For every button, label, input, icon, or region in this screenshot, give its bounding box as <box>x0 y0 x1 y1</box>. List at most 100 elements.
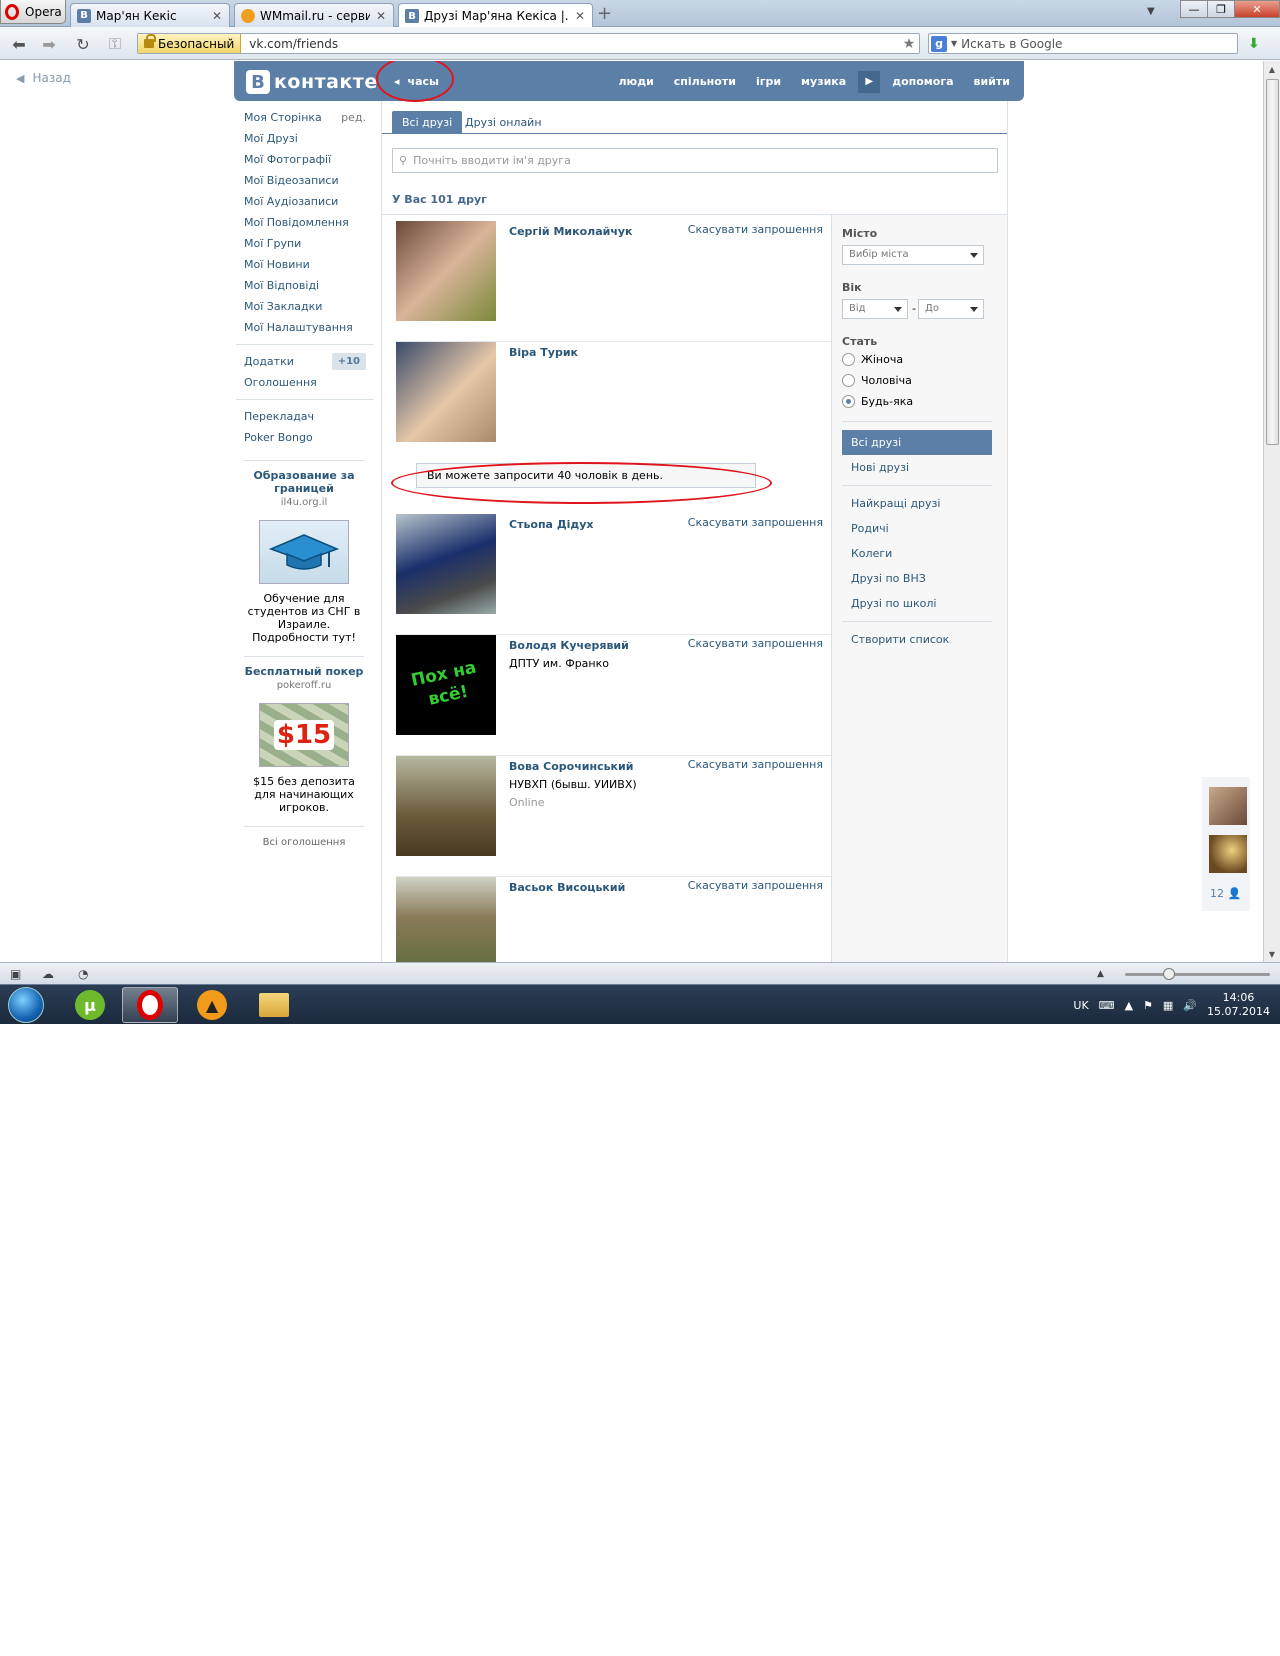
maximize-icon[interactable]: ❐ <box>1207 0 1235 18</box>
edit-link[interactable]: ред. <box>341 107 366 128</box>
url-text[interactable]: vk.com/friends <box>241 37 899 51</box>
ad-title[interactable]: Образование за границей <box>244 469 364 495</box>
close-tab-icon[interactable]: ✕ <box>574 9 586 23</box>
cancel-request-link[interactable]: Скасувати запрошення <box>688 758 823 771</box>
menu-item-videos[interactable]: Мої Відеозаписи <box>236 170 374 191</box>
dock-online-count[interactable]: 12 👤 <box>1210 887 1241 900</box>
browser-tab[interactable]: B Мар'ян Кекіс ✕ <box>70 3 230 27</box>
opera-menu-button[interactable]: Opera <box>0 0 66 24</box>
friend-avatar[interactable] <box>396 756 496 856</box>
menu-item-news[interactable]: Мої Новини <box>236 254 374 275</box>
explorer-taskbar-button[interactable] <box>246 987 302 1023</box>
volume-icon[interactable]: 🔊 <box>1183 999 1197 1012</box>
ad-title[interactable]: Бесплатный покер <box>244 665 364 678</box>
list-new-friends[interactable]: Нові друзі <box>842 455 992 480</box>
zoom-slider[interactable] <box>1125 968 1270 980</box>
speed-dial-icon[interactable]: ◔ <box>78 967 88 981</box>
flag-icon[interactable]: ⚑ <box>1143 999 1153 1012</box>
top-menu-people[interactable]: люди <box>618 75 653 88</box>
ad-block[interactable]: Образование за границей il4u.org.il Обуч… <box>244 469 364 657</box>
menu-item-audios[interactable]: Мої Аудіозаписи <box>236 191 374 212</box>
all-ads-link[interactable]: Всі оголошення <box>244 837 364 848</box>
menu-item-messages[interactable]: Мої Повідомлення <box>236 212 374 233</box>
list-relatives[interactable]: Родичі <box>842 516 992 541</box>
engine-chevron-icon[interactable]: ▼ <box>951 39 957 48</box>
ad-block[interactable]: Бесплатный покер pokeroff.ru $15 $15 без… <box>244 665 364 848</box>
friend-avatar[interactable]: Пох на всё! <box>396 635 496 735</box>
top-menu-help[interactable]: допомога <box>892 75 953 88</box>
opera-taskbar-button[interactable] <box>122 987 178 1023</box>
graduation-cap-icon[interactable] <box>259 520 349 584</box>
menu-item-my-page[interactable]: Моя Сторінка ред. <box>236 107 374 128</box>
search-field[interactable]: g ▼ Искать в Google <box>928 33 1238 54</box>
friend-avatar[interactable] <box>396 342 496 442</box>
friend-search-input[interactable]: ⚲ Почніть вводити ім'я друга <box>392 148 998 173</box>
language-indicator[interactable]: UK <box>1073 999 1088 1012</box>
list-best-friends[interactable]: Найкращі друзі <box>842 491 992 516</box>
friend-name[interactable]: Сергій Миколайчук <box>509 225 633 238</box>
play-icon[interactable]: ▶ <box>858 70 881 93</box>
age-from-select[interactable]: Від <box>842 299 908 319</box>
page-scrollbar[interactable]: ▲ ▼ <box>1263 61 1280 962</box>
close-tab-icon[interactable]: ✕ <box>211 9 223 23</box>
friend-avatar[interactable] <box>396 221 496 321</box>
create-list-link[interactable]: Створити список <box>842 627 992 652</box>
zoom-slider-knob[interactable] <box>1163 968 1175 980</box>
list-school[interactable]: Друзі по школі <box>842 591 992 616</box>
browser-tab-active[interactable]: B Друзі Мар'яна Кекіса |... ✕ <box>398 3 593 28</box>
network-icon[interactable]: ▦ <box>1163 999 1173 1012</box>
menu-item-apps[interactable]: Додатки +10 <box>236 351 374 372</box>
forward-arrow-icon[interactable]: ➡ <box>38 34 60 54</box>
back-arrow-icon[interactable]: ⬅ <box>8 34 30 54</box>
key-icon[interactable]: ⚿ <box>104 34 126 54</box>
new-tab-icon[interactable]: + <box>597 5 612 23</box>
sex-female-radio[interactable]: Жіноча <box>842 353 903 366</box>
menu-item-bookmarks[interactable]: Мої Закладки <box>236 296 374 317</box>
top-menu-music[interactable]: музика <box>801 75 846 88</box>
vk-logo[interactable]: B контакте <box>246 70 378 94</box>
address-field[interactable]: Безопасный vk.com/friends ★ <box>137 33 920 54</box>
dock-avatar[interactable] <box>1209 787 1247 825</box>
menu-item-settings[interactable]: Мої Налаштування <box>236 317 374 338</box>
tab-friends-online[interactable]: Друзі онлайн <box>455 111 552 134</box>
reload-icon[interactable]: ↻ <box>72 34 94 54</box>
friend-avatar[interactable] <box>396 877 496 962</box>
cancel-request-link[interactable]: Скасувати запрошення <box>688 516 823 529</box>
download-icon[interactable]: ⬇ <box>1248 36 1266 52</box>
friend-name[interactable]: Стьопа Дідух <box>509 518 594 531</box>
list-university[interactable]: Друзі по ВНЗ <box>842 566 992 591</box>
back-link[interactable]: ◀ Назад <box>16 71 71 85</box>
windows-start-icon[interactable] <box>8 987 44 1023</box>
google-icon[interactable]: g <box>931 35 947 52</box>
menu-item-friends[interactable]: Мої Друзі <box>236 128 374 149</box>
list-all-friends[interactable]: Всі друзі <box>842 430 992 455</box>
top-menu-games[interactable]: ігри <box>756 75 781 88</box>
menu-item-translator[interactable]: Перекладач <box>236 406 374 427</box>
ad-image[interactable]: $15 <box>259 703 349 767</box>
scroll-down-icon[interactable]: ▼ <box>1264 946 1280 962</box>
minimize-icon[interactable]: — <box>1180 0 1208 18</box>
cloud-icon[interactable]: ☁ <box>42 967 54 981</box>
panel-toggle-icon[interactable]: ▣ <box>10 967 21 981</box>
cancel-request-link[interactable]: Скасувати запрошення <box>688 879 823 892</box>
top-menu-communities[interactable]: спільноти <box>674 75 736 88</box>
aimp-taskbar-button[interactable]: ▲ <box>184 987 240 1023</box>
utorrent-taskbar-button[interactable]: µ <box>62 987 118 1023</box>
friend-name[interactable]: Васьок Висоцький <box>509 881 625 894</box>
city-select[interactable]: Вибір міста <box>842 245 984 265</box>
friend-avatar[interactable] <box>396 514 496 614</box>
menu-item-ads[interactable]: Оголошення <box>236 372 374 393</box>
top-menu-logout[interactable]: вийти <box>974 75 1010 88</box>
menu-item-poker[interactable]: Poker Bongo <box>236 427 374 448</box>
sex-any-radio[interactable]: Будь-яка <box>842 395 913 408</box>
menu-item-answers[interactable]: Мої Відповіді <box>236 275 374 296</box>
scroll-up-icon[interactable]: ▲ <box>1264 61 1280 77</box>
menu-item-groups[interactable]: Мої Групи <box>236 233 374 254</box>
sex-male-radio[interactable]: Чоловіча <box>842 374 912 387</box>
tray-expand-icon[interactable]: ▲ <box>1125 999 1133 1012</box>
scrollbar-thumb[interactable] <box>1266 79 1279 445</box>
menu-item-photos[interactable]: Мої Фотографії <box>236 149 374 170</box>
zoom-arrow-icon[interactable]: ▲ <box>1097 969 1104 979</box>
close-tab-icon[interactable]: ✕ <box>375 9 387 23</box>
browser-tab[interactable]: WMmail.ru - сервис п... ✕ <box>234 3 394 27</box>
